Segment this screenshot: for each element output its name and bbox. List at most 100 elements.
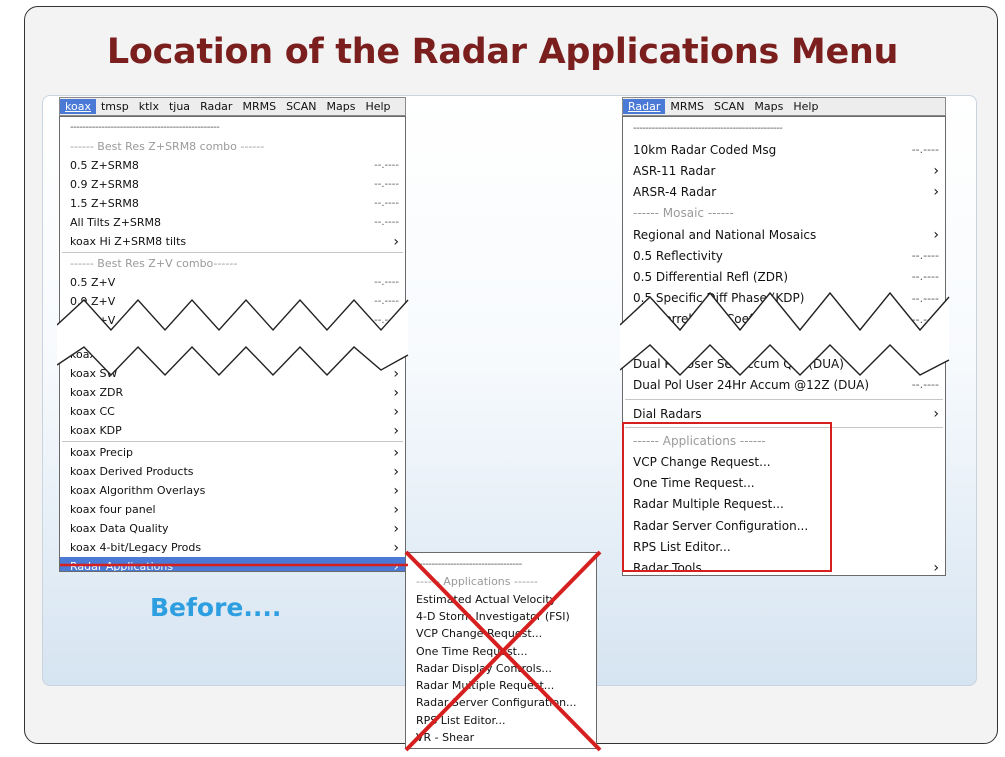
menu-item-label: Estimated Actual Velocity — [416, 592, 557, 606]
menu-item-dual-pol-user-24hr-accum-12z-dua[interactable]: Dual Pol User 24Hr Accum @12Z (DUA) --.--… — [623, 374, 945, 395]
menu-item-radar-applications[interactable]: Radar Applications › — [60, 557, 405, 571]
chevron-right-icon: › — [933, 560, 939, 576]
menu-item-radar-server-configuration[interactable]: Radar Server Configuration... — [623, 515, 945, 536]
menu-item-0-5-differential-refl-zdr[interactable]: 0.5 Differential Refl (ZDR) --.---- — [623, 266, 945, 287]
menu-item-koax-precip[interactable]: koax Precip › — [60, 443, 405, 462]
menu-item-label: koax Hi Z+SRM8 tilts — [70, 235, 187, 248]
chevron-right-icon: › — [393, 403, 399, 420]
menu-item-koax-sw[interactable]: koax SW › — [60, 364, 405, 383]
menu-item-label: koax SW — [70, 367, 118, 380]
menu-item-koax-zdr[interactable]: koax ZDR › — [60, 383, 405, 402]
menu-item-value: --.---- — [374, 315, 399, 326]
slide-title: Location of the Radar Applications Menu — [106, 32, 899, 72]
menu-item-0-9-z-srm8[interactable]: 0.9 Z+SRM8 --.---- — [60, 175, 405, 194]
menu-item-dial-radars[interactable]: Dial Radars › — [623, 403, 945, 425]
menu-item-radar-server-configuration[interactable]: Radar Server Configuration... — [406, 694, 596, 711]
menu-divider — [625, 399, 943, 400]
menu-item-one-time-request[interactable]: One Time Request... — [406, 643, 596, 660]
menu-item-label: ------ Mosaic ------ — [633, 206, 734, 221]
left-menubar: koax tmsp ktlx tjua Radar MRMS SCAN Maps Help — [59, 97, 406, 116]
menubar-scan[interactable]: SCAN — [281, 99, 321, 114]
chevron-right-icon: › — [393, 520, 399, 537]
menu-item-label: 0.5 Differential Refl (ZDR) — [633, 269, 789, 284]
menubar-koax[interactable]: koax — [60, 99, 96, 114]
menu-item-arsr-4-radar[interactable]: ARSR-4 Radar › — [623, 182, 945, 203]
menu-item-label: koax 4-bit/Legacy Prods — [70, 541, 202, 554]
menu-item-koax-kdp[interactable]: koax KDP › — [60, 421, 405, 440]
menu-item-0-5-correlation-coeff-cc[interactable]: 0.5 Correlation Coeff (CC) --.---- — [623, 309, 945, 330]
menu-item-label: 1.5 Z+V — [70, 314, 116, 327]
menu-item-label: ------ Best Res Z+SRM8 combo ------ — [70, 140, 265, 153]
menu-item-10km-radar-coded-msg[interactable]: 10km Radar Coded Msg --.---- — [623, 139, 945, 160]
menu-item-0-9-z-v[interactable]: 0.9 Z+V --.---- — [60, 292, 405, 311]
menubar-maps[interactable]: Maps — [321, 99, 360, 114]
menu-item-value: --.---- — [911, 249, 939, 263]
menu-item-asr-11-radar[interactable]: ASR-11 Radar › — [623, 160, 945, 181]
menu-item-koax-hi-z-srm8-tilts[interactable]: koax Hi Z+SRM8 tilts › — [60, 232, 405, 251]
menu-item-radar-tools[interactable]: Radar Tools › — [623, 558, 945, 576]
menu-item-estimated-actual-velocity[interactable]: Estimated Actual Velocity — [406, 591, 596, 608]
menubar-help[interactable]: Help — [788, 99, 823, 114]
menubar-ktlx[interactable]: ktlx — [134, 99, 164, 114]
menu-item-1-5-z-srm8[interactable]: 1.5 Z+SRM8 --.---- — [60, 194, 405, 213]
menu-item-value: --.---- — [911, 143, 939, 157]
menu-item-one-time-request[interactable]: One Time Request... — [623, 473, 945, 494]
menu-item-koax-derived-products[interactable]: koax Derived Products › — [60, 462, 405, 481]
menu-item-dual-pol-user-sel-accum-qty-dua[interactable]: Dual Pol User Sel Accum Qty (DUA) --.---- — [623, 353, 945, 374]
menu-item-koax-cc[interactable]: koax CC › — [60, 402, 405, 421]
menu-item-label: VR - Shear — [416, 731, 475, 744]
chevron-right-icon: › — [393, 233, 399, 250]
menu-item-0-5-specific-diff-phase-kdp[interactable]: 0.5 Specific Diff Phase (KDP) --.---- — [623, 288, 945, 309]
menu-item-label: 0.5 Reflectivity — [633, 248, 723, 263]
menu-item-label: ------ Applications ------ — [633, 433, 766, 448]
menu-item-vr-shear[interactable]: VR - Shear — [406, 729, 596, 746]
menu-item-label: koax CC — [70, 405, 115, 418]
menu-item-label: ----------------------------------------… — [633, 123, 783, 134]
menu-item-1-8-z-v[interactable]: 1.8 Z+V --.---- — [60, 330, 405, 341]
menu-item-value: --.---- — [911, 378, 939, 391]
menu-separator-label: ------ Applications ------ — [406, 573, 596, 590]
menu-item-0-5-z-v[interactable]: 0.5 Z+V --.---- — [60, 273, 405, 292]
menu-item-label: koax ZDR — [70, 386, 124, 399]
menu-item-vcp-change-request[interactable]: VCP Change Request... — [623, 451, 945, 472]
menu-separator-label: ------ Best Res Z+V combo------ — [60, 254, 405, 273]
menu-item-label: 0.5 Specific Diff Phase (KDP) — [633, 291, 805, 306]
menubar-scan[interactable]: SCAN — [709, 99, 749, 114]
menubar-tjua[interactable]: tjua — [164, 99, 195, 114]
menu-item-koax-4-bit-legacy-prods[interactable]: koax 4-bit/Legacy Prods › — [60, 538, 405, 557]
menu-item-radar-display-controls[interactable]: Radar Display Controls... — [406, 660, 596, 677]
menubar-radar[interactable]: Radar — [195, 99, 237, 114]
menu-item-radar-multiple-request[interactable]: Radar Multiple Request... — [406, 677, 596, 694]
menu-item-0-5-z-srm8[interactable]: 0.5 Z+SRM8 --.---- — [60, 156, 405, 175]
menu-item-0-5-reflectivity[interactable]: 0.5 Reflectivity --.---- — [623, 245, 945, 266]
chevron-right-icon: › — [393, 482, 399, 499]
menu-item-label: koax V — [70, 348, 107, 361]
menu-item-koax-data-quality[interactable]: koax Data Quality › — [60, 519, 405, 538]
right-menubar: Radar MRMS SCAN Maps Help — [622, 97, 946, 116]
menu-item-radar-multiple-request[interactable]: Radar Multiple Request... — [623, 494, 945, 515]
menu-item-label: All Tilts Z+SRM8 — [70, 216, 162, 229]
menu-item-koax-four-panel[interactable]: koax four panel › — [60, 500, 405, 519]
menu-item-label: ----------------------------------------… — [70, 122, 220, 133]
menu-item-label: 0.5 Z+SRM8 — [70, 159, 139, 172]
menubar-radar[interactable]: Radar — [623, 99, 666, 114]
menu-item-rps-list-editor[interactable]: RPS List Editor... — [406, 712, 596, 729]
menubar-tmsp[interactable]: tmsp — [96, 99, 134, 114]
menu-item-value: --.---- — [911, 291, 939, 305]
menu-item-label: 0.9 Z+SRM8 — [70, 178, 139, 191]
menu-item-rps-list-editor[interactable]: RPS List Editor... — [623, 537, 945, 558]
menubar-mrms[interactable]: MRMS — [665, 99, 709, 114]
menu-item-1-5-z-v[interactable]: 1.5 Z+V --.---- — [60, 311, 405, 330]
menubar-maps[interactable]: Maps — [749, 99, 788, 114]
menu-item-koax-v[interactable]: koax V › — [60, 345, 405, 364]
menu-item-4-d-storm-investigator-fsi[interactable]: 4-D Storm Investigator (FSI) — [406, 608, 596, 625]
menu-item-all-tilts-z-srm8[interactable]: All Tilts Z+SRM8 --.---- — [60, 213, 405, 232]
menu-item-label: Radar Tools — [633, 561, 702, 576]
menu-item-vcp-change-request[interactable]: VCP Change Request... — [406, 625, 596, 642]
menubar-help[interactable]: Help — [360, 99, 395, 114]
radar-applications-submenu: ---------------------------------- ------… — [405, 552, 597, 749]
menu-item-koax-algorithm-overlays[interactable]: koax Algorithm Overlays › — [60, 481, 405, 500]
menubar-mrms[interactable]: MRMS — [237, 99, 281, 114]
menu-separator-label: ------ Mosaic ------ — [623, 203, 945, 224]
menu-item-regional-and-national-mosaics[interactable]: Regional and National Mosaics › — [623, 224, 945, 245]
